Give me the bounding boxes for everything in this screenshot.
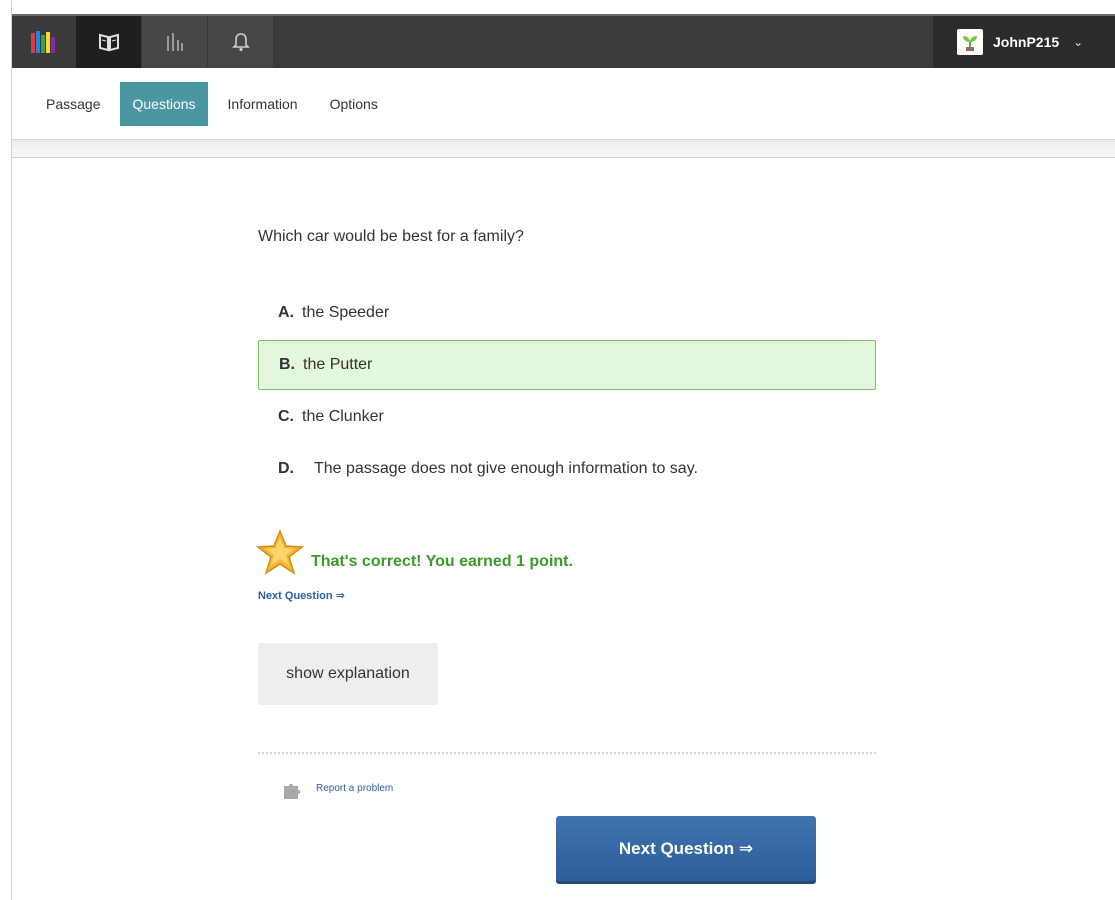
option-text: the Clunker bbox=[302, 408, 384, 425]
user-menu[interactable]: JohnP215 ⌄ bbox=[933, 16, 1115, 68]
top-navigation-bar: JohnP215 ⌄ bbox=[12, 14, 1115, 68]
show-explanation-button[interactable]: show explanation bbox=[258, 643, 438, 705]
book-icon bbox=[98, 33, 119, 52]
next-question-link[interactable]: Next Question ⇒ bbox=[258, 589, 345, 602]
tab-options[interactable]: Options bbox=[318, 82, 390, 126]
stats-icon bbox=[166, 33, 183, 51]
reading-button[interactable] bbox=[76, 16, 142, 68]
option-text: the Speeder bbox=[302, 304, 390, 321]
tab-passage[interactable]: Passage bbox=[34, 82, 112, 126]
option-text: The passage does not give enough informa… bbox=[314, 460, 698, 477]
bookshelf-logo-icon bbox=[30, 31, 55, 53]
tab-bar: Passage Questions Information Options bbox=[12, 68, 1115, 140]
option-letter: C. bbox=[278, 408, 294, 425]
feedback-message: That's correct! You earned 1 point. bbox=[311, 553, 573, 570]
star-icon bbox=[256, 528, 304, 575]
option-text: the Putter bbox=[303, 356, 373, 373]
option-letter: B. bbox=[279, 356, 295, 373]
bell-icon bbox=[231, 33, 250, 52]
header-divider bbox=[12, 140, 1115, 158]
topbar-spacer bbox=[274, 16, 933, 68]
notifications-button[interactable] bbox=[208, 16, 274, 68]
divider bbox=[258, 752, 876, 754]
tab-questions[interactable]: Questions bbox=[120, 81, 208, 126]
puzzle-icon bbox=[284, 783, 301, 799]
tab-information[interactable]: Information bbox=[216, 82, 310, 126]
chevron-down-icon: ⌄ bbox=[1073, 35, 1084, 49]
avatar bbox=[957, 29, 983, 55]
window-frame bbox=[0, 0, 12, 900]
option-letter: D. bbox=[278, 460, 294, 477]
answer-option-d[interactable]: D. The passage does not give enough info… bbox=[258, 444, 876, 494]
option-letter: A. bbox=[278, 304, 294, 321]
bookshelf-logo-button[interactable] bbox=[12, 16, 76, 68]
stats-button[interactable] bbox=[142, 16, 208, 68]
question-text: Which car would be best for a family? bbox=[258, 228, 524, 245]
username: JohnP215 bbox=[993, 34, 1060, 50]
next-question-button[interactable]: Next Question ⇒ bbox=[556, 816, 816, 884]
answer-option-c[interactable]: C. the Clunker bbox=[258, 392, 876, 442]
report-problem-link[interactable]: Report a problem bbox=[316, 783, 393, 794]
answer-option-a[interactable]: A. the Speeder bbox=[258, 288, 876, 338]
plant-avatar-icon bbox=[963, 36, 977, 51]
answer-option-b[interactable]: B. the Putter bbox=[258, 340, 876, 390]
